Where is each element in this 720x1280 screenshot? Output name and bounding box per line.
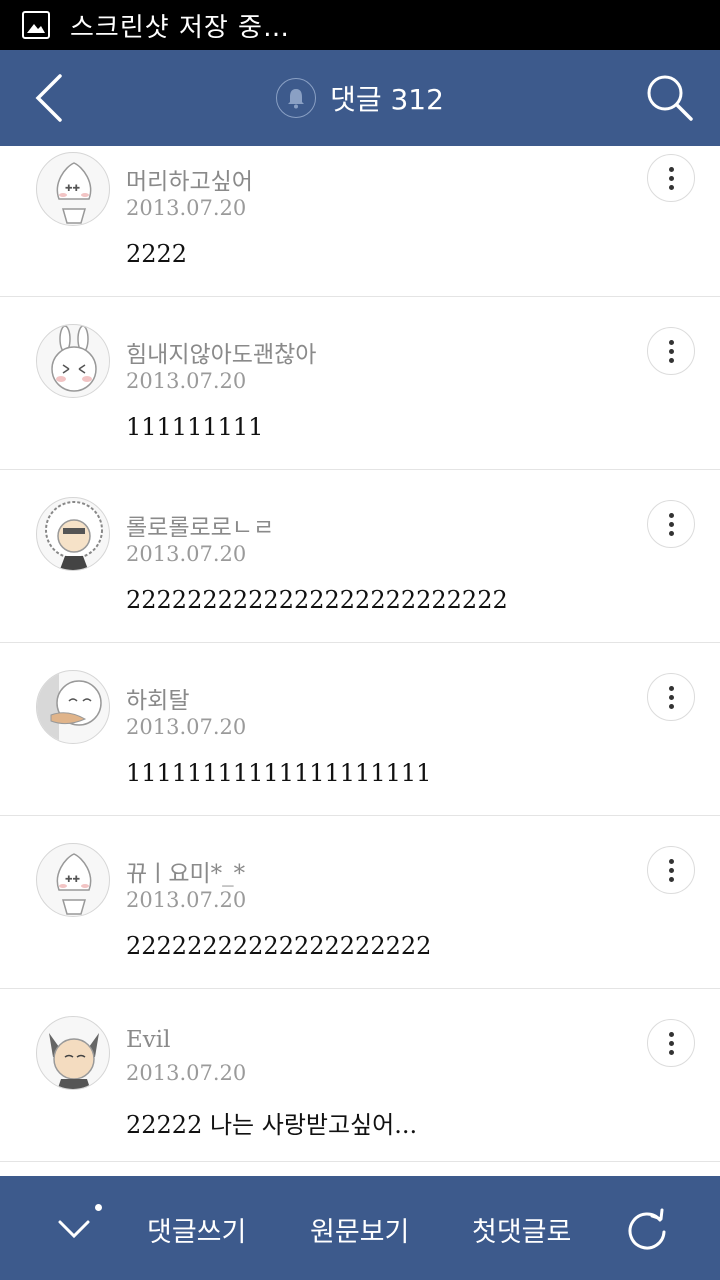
comment-date: 2013.07.20: [126, 369, 247, 393]
comment-author: 힘내지않아도괜찮아: [126, 342, 317, 368]
comment-text: 111111111: [126, 413, 264, 441]
comment-text: 22222 나는 사랑받고싶어...: [126, 1111, 418, 1139]
avatar[interactable]: ✚✚: [36, 152, 110, 226]
comment-date: 2013.07.20: [126, 1061, 247, 1085]
status-bar: 스크린샷 저장 중…: [0, 0, 720, 50]
more-options-button[interactable]: [647, 154, 695, 202]
comment-date: 2013.07.20: [126, 715, 247, 739]
page-title: 댓글 312: [330, 83, 444, 116]
search-button[interactable]: [644, 72, 696, 124]
screenshot-icon: [22, 11, 50, 39]
scroll-down-button[interactable]: [52, 1206, 96, 1250]
bell-icon[interactable]: [276, 78, 317, 118]
more-vertical-icon: [668, 339, 674, 345]
comment-text: 2222: [126, 240, 188, 268]
more-vertical-icon: [668, 685, 674, 691]
comment-author: 머리하고싶어: [126, 169, 253, 195]
comment-list[interactable]: ✚✚ 머리하고싶어 2013.07.20 2222 힘내지않아도괜찮아 2013…: [0, 146, 720, 1176]
more-vertical-icon: [668, 512, 674, 518]
comment-date: 2013.07.20: [126, 888, 247, 912]
header-center: 댓글 312: [276, 78, 444, 118]
avatar[interactable]: ✚✚: [36, 843, 110, 917]
bottom-bar: 댓글쓰기 원문보기 첫댓글로: [0, 1176, 720, 1280]
comment-text: 11111111111111111111: [126, 759, 432, 787]
avatar[interactable]: [36, 497, 110, 571]
svg-text:✚✚: ✚✚: [65, 875, 81, 885]
comment-author: 뀨ㅣ요미*_*: [126, 861, 246, 887]
more-vertical-icon: [668, 1031, 674, 1037]
comment-item: 롤로롤로로ㄴㄹ 2013.07.20 222222222222222222222…: [0, 470, 720, 643]
comment-text: 22222222222222222222: [126, 932, 432, 960]
more-options-button[interactable]: [647, 500, 695, 548]
comment-author: Evil: [126, 1027, 171, 1053]
notification-dot: [95, 1204, 102, 1211]
comment-item: 힘내지않아도괜찮아 2013.07.20 111111111: [0, 297, 720, 470]
comment-author: 롤로롤로로ㄴㄹ: [126, 515, 275, 541]
more-options-button[interactable]: [647, 1019, 695, 1067]
more-options-button[interactable]: [647, 327, 695, 375]
comment-author: 하회탈: [126, 688, 190, 714]
back-button[interactable]: [28, 72, 72, 124]
svg-text:✚✚: ✚✚: [65, 184, 81, 194]
view-original-button[interactable]: 원문보기: [310, 1210, 409, 1249]
refresh-button[interactable]: [624, 1206, 670, 1252]
more-vertical-icon: [668, 166, 674, 172]
comment-item: 하회탈 2013.07.20 11111111111111111111: [0, 643, 720, 816]
status-text: 스크린샷 저장 중…: [70, 12, 290, 43]
comment-date: 2013.07.20: [126, 196, 247, 220]
chevron-left-icon: [35, 74, 62, 122]
avatar[interactable]: [36, 670, 110, 744]
comment-item: ✚✚ 머리하고싶어 2013.07.20 2222: [0, 146, 720, 297]
more-vertical-icon: [668, 858, 674, 864]
comment-date: 2013.07.20: [126, 542, 247, 566]
chevron-down-icon: [58, 1220, 90, 1239]
comment-item: Evil 2013.07.20 22222 나는 사랑받고싶어...: [0, 989, 720, 1162]
refresh-icon: [628, 1208, 666, 1250]
comment-text: 2222222222222222222222222: [126, 586, 508, 614]
comment-item: ✚✚ 뀨ㅣ요미*_* 2013.07.20 222222222222222222…: [0, 816, 720, 989]
avatar[interactable]: [36, 1016, 110, 1090]
avatar[interactable]: [36, 324, 110, 398]
more-options-button[interactable]: [647, 673, 695, 721]
more-options-button[interactable]: [647, 846, 695, 894]
search-icon: [647, 75, 693, 121]
app-header: 댓글 312: [0, 50, 720, 146]
first-comment-button[interactable]: 첫댓글로: [472, 1210, 571, 1249]
write-comment-button[interactable]: 댓글쓰기: [147, 1210, 246, 1249]
